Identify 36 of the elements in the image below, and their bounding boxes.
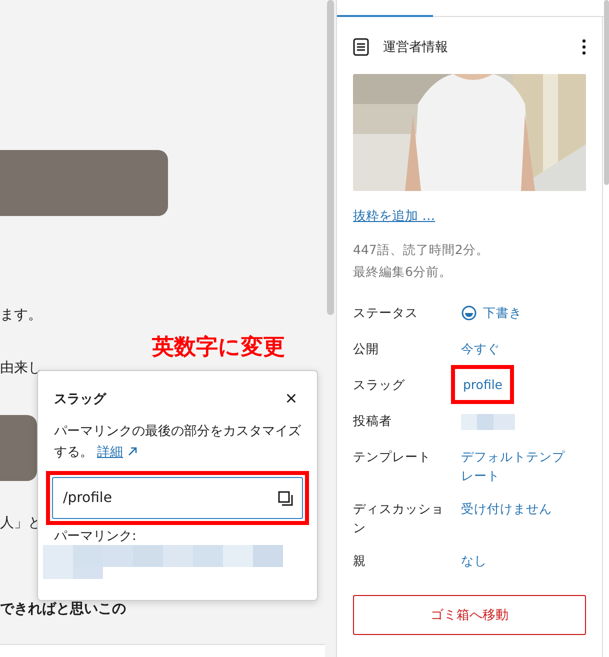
setting-label: テンプレート	[353, 448, 432, 466]
setting-label: 投稿者	[353, 412, 393, 430]
setting-link[interactable]: 今すぐ	[461, 339, 573, 358]
page-title: 運営者情報	[383, 39, 449, 56]
external-link-icon	[128, 447, 137, 456]
trash-button[interactable]: ゴミ箱へ移動	[353, 595, 586, 635]
draft-status-icon	[461, 304, 477, 320]
permalink-label: パーマリンク:	[54, 528, 138, 545]
paragraph-text: ます。	[0, 306, 43, 325]
slug-input[interactable]: /profile	[52, 477, 303, 519]
setting-link[interactable]: profile	[463, 375, 502, 394]
document-icon	[353, 38, 369, 56]
setting-label: 公開	[353, 340, 380, 358]
image-block	[0, 415, 37, 481]
annotation-text: 英数字に変更	[152, 334, 285, 362]
paragraph-text: できればと思いこの	[0, 600, 127, 619]
close-button[interactable]: ×	[281, 389, 301, 409]
description-text: パーマリンクの最後の部分をカスタマイズする。 詳細	[54, 423, 301, 462]
popover-title: スラッグ	[54, 391, 106, 408]
details-link[interactable]: 詳細	[97, 445, 123, 460]
post-stat-text: 最終編集6分前。	[353, 263, 453, 281]
add-excerpt-link[interactable]: 抜粋を追加 …	[353, 207, 436, 225]
setting-link[interactable]: デフォルトテンプレート	[461, 447, 573, 485]
blurred-author	[461, 414, 515, 430]
more-icon[interactable]	[582, 39, 586, 55]
setting-label: スラッグ	[353, 376, 406, 394]
copy-icon[interactable]	[277, 490, 293, 506]
setting-label: ディスカッション	[353, 500, 445, 537]
scrollbar[interactable]	[327, 0, 334, 315]
setting-link[interactable]: 受け付けません	[461, 499, 573, 518]
scrollbar[interactable]	[604, 0, 609, 185]
post-stat-text: 447語、読了時間2分。	[353, 241, 490, 259]
setting-link[interactable]: なし	[461, 551, 573, 570]
status-link[interactable]: 下書き	[461, 303, 573, 322]
setting-label: ステータス	[353, 304, 419, 322]
setting-label: 親	[353, 552, 367, 570]
